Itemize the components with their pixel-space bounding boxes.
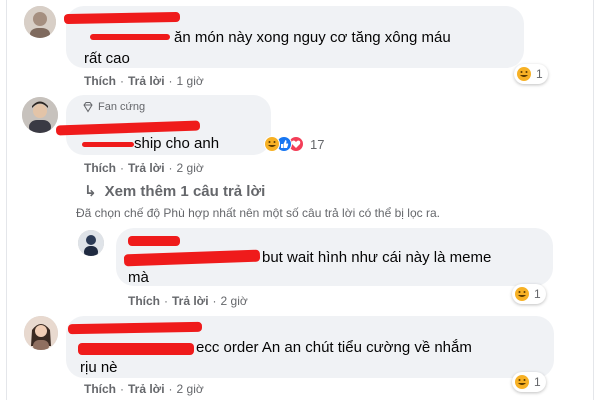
reply-arrow-icon: ↳ [84,183,97,200]
reply-actions: Thích · Trả lời · 2 giờ [128,294,248,308]
reaction-summary[interactable]: 1 [514,64,548,84]
haha-icon [516,66,532,82]
redacted-name [128,236,180,246]
comment-text: ăn món này xong nguy cơ tăng xông máu [174,29,451,46]
reaction-count: 1 [536,67,543,81]
reaction-summary[interactable]: 1 [512,284,546,304]
timestamp[interactable]: 2 giờ [177,161,204,175]
avatar[interactable] [24,6,56,38]
like-link[interactable]: Thích [128,294,160,308]
reaction-count: 1 [534,287,541,301]
comment-text: ecc order An an chút tiểu cường về nhắm [196,339,472,356]
comment-actions: Thích · Trả lời · 1 giờ [84,74,204,88]
comment-actions: Thích · Trả lời · 2 giờ [84,382,204,396]
avatar[interactable] [24,316,58,350]
haha-icon [514,374,530,390]
reply-text: mà [128,269,149,286]
avatar[interactable] [78,230,104,256]
like-link[interactable]: Thích [84,382,116,396]
reply-link[interactable]: Trả lời [172,294,209,308]
filter-notice: Đã chọn chế độ Phù hợp nhất nên một số c… [76,206,440,220]
reply-link[interactable]: Trả lời [128,382,165,396]
reaction-count: 1 [534,375,541,389]
haha-icon [264,136,280,152]
timestamp[interactable]: 2 giờ [177,382,204,396]
fan-badge: Fan cứng [82,101,145,113]
reaction-summary[interactable]: 1 [512,372,546,392]
like-link[interactable]: Thích [84,74,116,88]
haha-icon [514,286,530,302]
timestamp[interactable]: 1 giờ [177,74,204,88]
redacted-name [90,34,170,40]
comment-text: rất cao [84,50,130,67]
comment-text: ship cho anh [134,135,220,152]
redacted-name [63,11,181,25]
reaction-count: 17 [310,136,325,152]
reply-text: but wait hình như cái này là meme [262,249,492,266]
timestamp[interactable]: 2 giờ [221,294,248,308]
like-link[interactable]: Thích [84,161,116,175]
reply-link[interactable]: Trả lời [128,161,165,175]
diamond-icon [82,101,94,113]
view-more-replies-link[interactable]: ↳ Xem thêm 1 câu trả lời [84,182,265,200]
avatar[interactable] [22,97,58,133]
reaction-summary[interactable]: 17 [262,134,329,154]
reply-link[interactable]: Trả lời [128,74,165,88]
redacted-name [82,142,134,147]
comment-text: rịu nè [80,359,118,376]
redacted-name [78,343,194,355]
comment-actions: Thích · Trả lời · 2 giờ [84,161,204,175]
